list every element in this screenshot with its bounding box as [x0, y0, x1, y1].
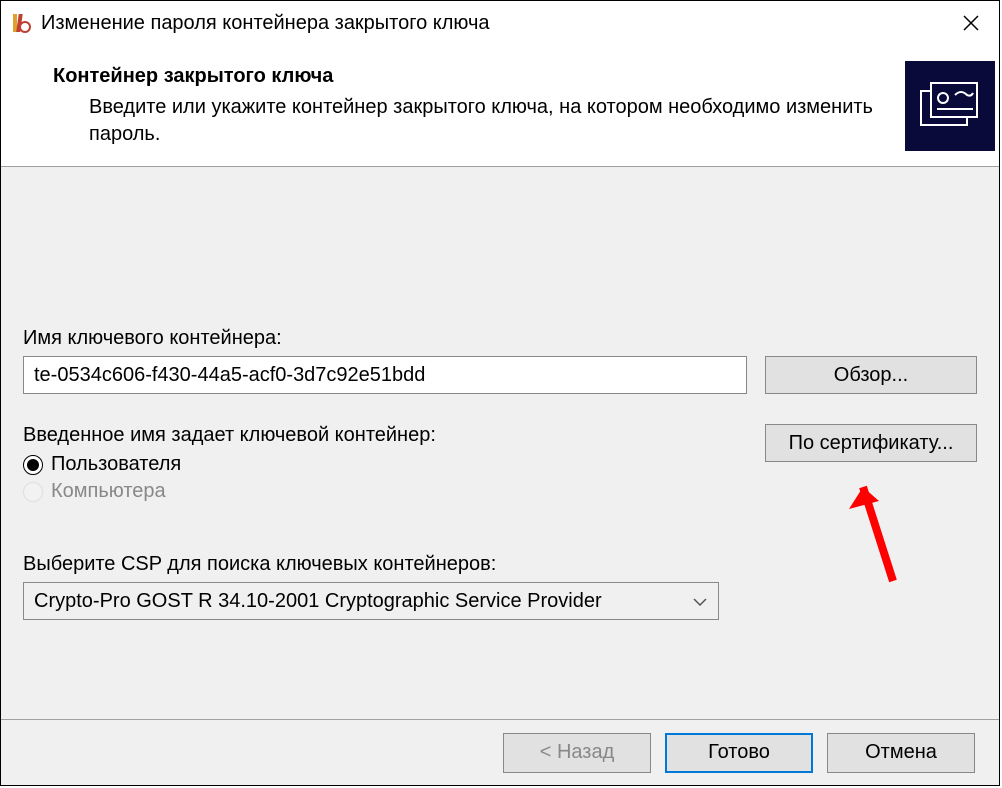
radio-user-label[interactable]: Пользователя	[51, 453, 181, 476]
scope-label: Введенное имя задает ключевой контейнер:	[23, 424, 765, 447]
radio-user-row: Пользователя	[23, 453, 765, 476]
back-button: < Назад	[503, 733, 651, 773]
radio-computer	[23, 482, 43, 502]
app-icon	[9, 11, 33, 35]
radio-computer-label: Компьютера	[51, 480, 166, 503]
header-title: Контейнер закрытого ключа	[53, 65, 885, 88]
dialog-window: Изменение пароля контейнера закрытого кл…	[0, 0, 1000, 786]
close-button[interactable]	[951, 3, 991, 43]
csp-group: Выберите CSP для поиска ключевых контейн…	[23, 553, 977, 640]
container-name-group: Имя ключевого контейнера: Обзор...	[23, 327, 977, 394]
browse-button[interactable]: Обзор...	[765, 356, 977, 394]
csp-select[interactable]: Crypto-Pro GOST R 34.10-2001 Cryptograph…	[23, 582, 719, 620]
finish-button[interactable]: Готово	[665, 733, 813, 773]
csp-label: Выберите CSP для поиска ключевых контейн…	[23, 553, 977, 576]
wizard-footer: < Назад Готово Отмена	[1, 719, 999, 785]
header-description: Введите или укажите контейнер закрытого …	[53, 94, 885, 148]
certificate-icon	[905, 61, 995, 151]
titlebar: Изменение пароля контейнера закрытого кл…	[1, 1, 999, 45]
radio-computer-row: Компьютера	[23, 480, 765, 503]
container-name-input[interactable]	[23, 356, 747, 394]
cancel-button[interactable]: Отмена	[827, 733, 975, 773]
container-name-label: Имя ключевого контейнера:	[23, 327, 977, 350]
by-certificate-button[interactable]: По сертификату...	[765, 424, 977, 462]
content-area: Имя ключевого контейнера: Обзор... Введе…	[1, 167, 999, 719]
window-title: Изменение пароля контейнера закрытого кл…	[41, 12, 951, 35]
wizard-header: Контейнер закрытого ключа Введите или ук…	[1, 45, 999, 167]
radio-user[interactable]	[23, 455, 43, 475]
